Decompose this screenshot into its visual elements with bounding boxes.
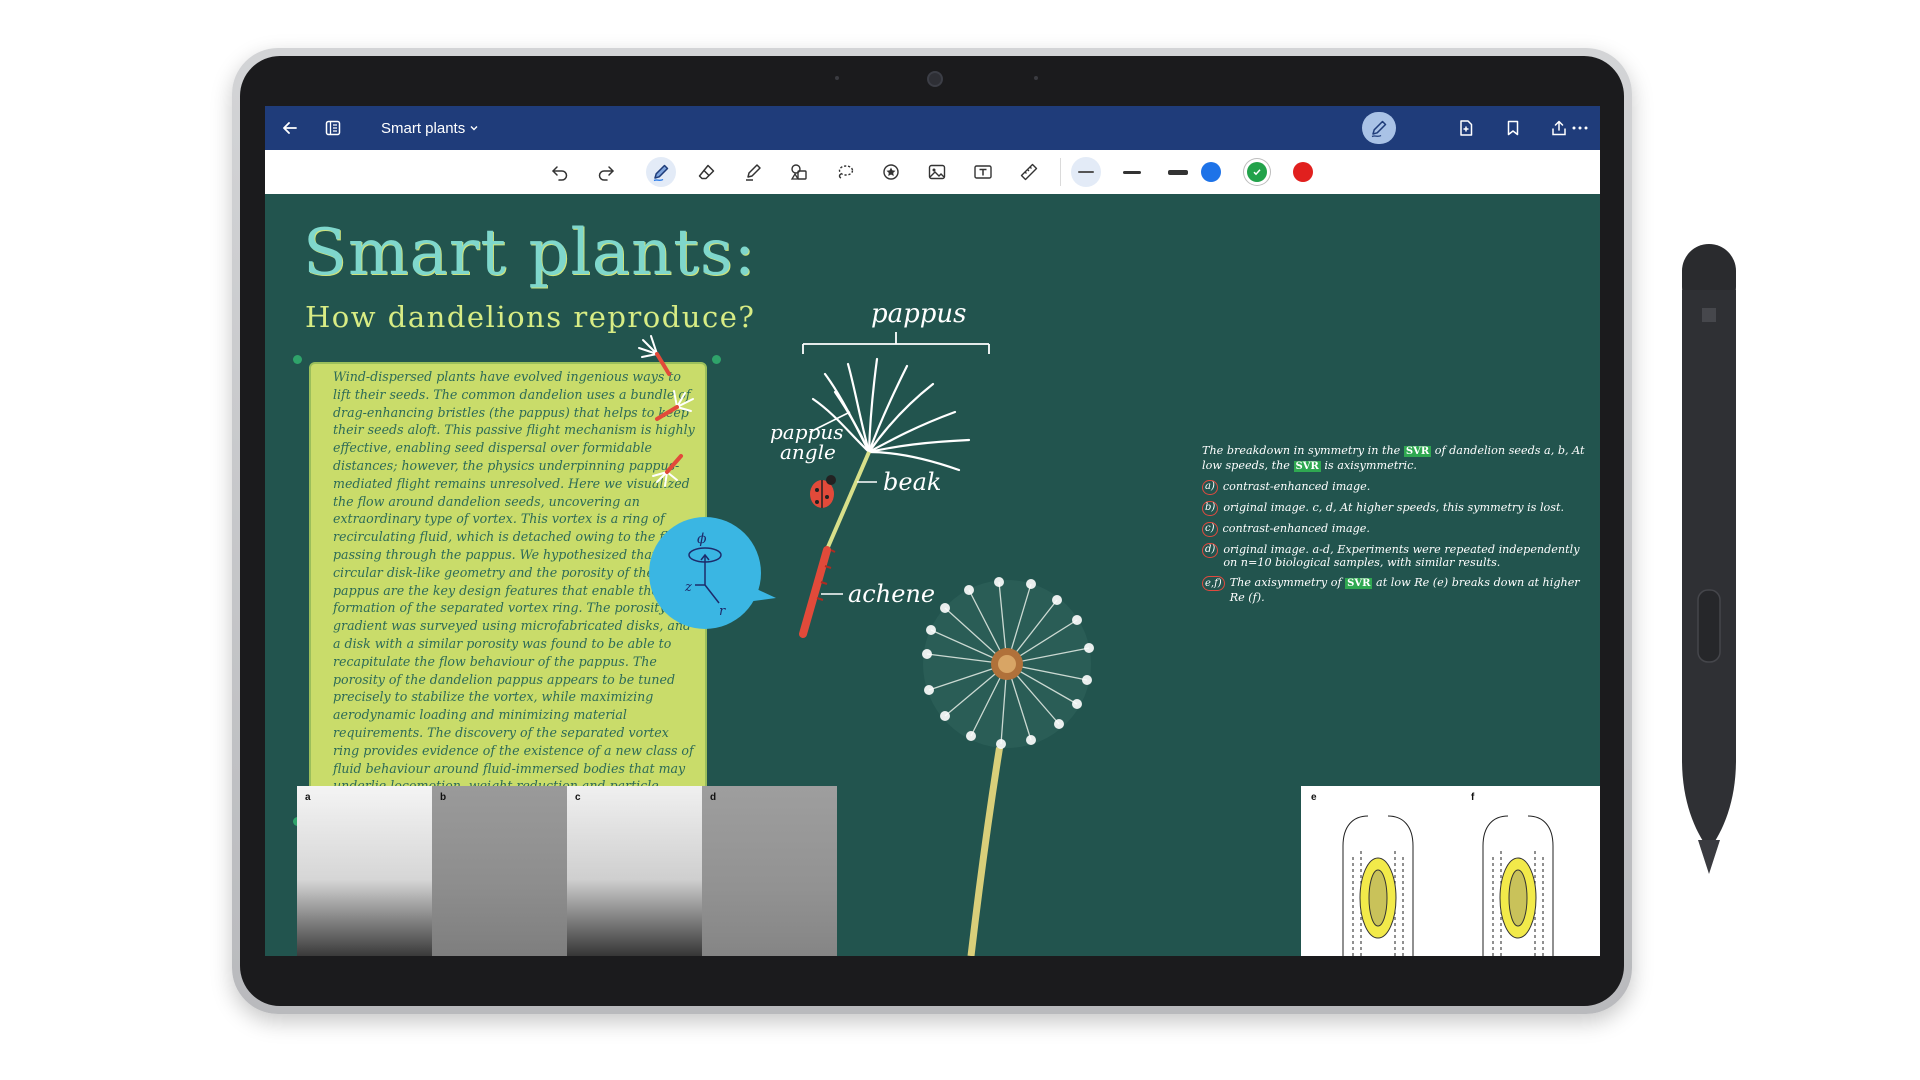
page-subtitle: How dandelions reproduce? xyxy=(305,300,756,334)
shapes-icon xyxy=(790,164,807,180)
page-add-icon xyxy=(1460,120,1473,136)
page-title: Smart plants: xyxy=(303,216,757,290)
figure-panel-f-label: f xyxy=(1471,792,1475,803)
highlighter-icon xyxy=(746,164,761,181)
app-screen: Smart plants Smart plants: How dandelion… xyxy=(265,106,1600,956)
arrow-left-icon xyxy=(283,122,297,134)
document-title-button[interactable]: Smart plants xyxy=(381,106,479,150)
svr-badge: SVR xyxy=(1403,446,1432,457)
pen-icon xyxy=(653,164,669,182)
undo-icon xyxy=(552,166,568,181)
figure-panel-d: d xyxy=(702,786,837,956)
lasso-icon xyxy=(838,165,854,179)
note-paragraph: Wind-dispersed plants have evolved ingen… xyxy=(333,369,695,811)
svr-badge: SVR xyxy=(1345,578,1373,590)
caption-intro: The breakdown in symmetry in the SVR of … xyxy=(1202,444,1585,472)
axis-z-label: z xyxy=(684,580,692,595)
pen-icon xyxy=(1371,120,1387,138)
redo-button[interactable] xyxy=(591,157,621,187)
label-pappus-angle-1: pappus xyxy=(770,420,843,444)
selection-handle-top-right[interactable] xyxy=(712,355,721,364)
label-pappus-angle-2: angle xyxy=(780,440,836,464)
figure-caption-notes: The breakdown in symmetry in the SVR of … xyxy=(1202,444,1592,611)
chevron-down-icon xyxy=(470,126,478,131)
notebook-icon xyxy=(325,120,341,136)
pen-mode-button[interactable] xyxy=(1362,112,1396,144)
caption-item-c: c) contrast-enhanced image. xyxy=(1202,521,1592,537)
ladybug-drawing xyxy=(810,475,836,508)
axis-drawing: ϕ z r xyxy=(684,531,726,619)
title-bar: Smart plants xyxy=(265,106,1600,150)
label-pappus: pappus xyxy=(871,299,967,329)
proximity-sensor xyxy=(835,76,839,80)
windows-logo-icon xyxy=(1702,308,1716,322)
shapes-tool-button[interactable] xyxy=(784,157,814,187)
caption-item-d: d) original image. a-d, Experiments were… xyxy=(1202,542,1592,571)
handwritten-note[interactable]: Wind-dispersed plants have evolved ingen… xyxy=(309,362,707,820)
color-swatch-green[interactable] xyxy=(1247,162,1267,182)
image-icon xyxy=(928,164,946,180)
caption-item-ef: e,f) The axisymmetry of SVR at low Re (e… xyxy=(1202,576,1592,605)
more-button[interactable] xyxy=(1565,106,1595,150)
insert-image-button[interactable] xyxy=(922,157,952,187)
label-achene: achene xyxy=(848,580,935,608)
ruler-tool-button[interactable] xyxy=(1014,157,1044,187)
color-swatch-red[interactable] xyxy=(1293,162,1313,182)
sticker-icon xyxy=(883,164,899,180)
drawing-toolbar xyxy=(265,150,1600,195)
add-page-button[interactable] xyxy=(1451,106,1481,150)
eraser-icon xyxy=(698,164,715,180)
undo-button[interactable] xyxy=(545,157,575,187)
selection-handle-top-left[interactable] xyxy=(293,355,302,364)
bookmark-icon xyxy=(1507,120,1519,136)
stroke-width-thin[interactable] xyxy=(1071,157,1101,187)
figure-panel-c: c xyxy=(567,786,702,956)
front-camera xyxy=(927,71,943,87)
back-button[interactable] xyxy=(275,106,305,150)
redo-icon xyxy=(598,166,614,181)
color-swatch-blue[interactable] xyxy=(1201,162,1221,182)
coordinate-speech-bubble: ϕ z r xyxy=(649,517,761,629)
figure-panel-b: b xyxy=(432,786,567,956)
figure-panels-e-f[interactable]: e f xyxy=(1301,786,1600,956)
document-title: Smart plants xyxy=(381,119,466,137)
checkmark-icon xyxy=(1253,169,1261,176)
label-beak: beak xyxy=(883,468,941,496)
sticker-tool-button[interactable] xyxy=(876,157,906,187)
pages-button[interactable] xyxy=(318,106,348,150)
toolbar-divider xyxy=(1060,158,1061,186)
figure-panel-e-label: e xyxy=(1311,792,1317,803)
axis-phi-label: ϕ xyxy=(697,531,707,547)
svr-badge: SVR xyxy=(1293,460,1321,472)
pen-tool-button[interactable] xyxy=(646,157,676,187)
flow-diagram xyxy=(1342,815,1554,956)
eraser-tool-button[interactable] xyxy=(692,157,722,187)
dandelion-photo xyxy=(922,577,1094,956)
notebook-canvas[interactable]: Smart plants: How dandelions reproduce? … xyxy=(265,194,1600,956)
caption-item-b: b) original image. c, d, At higher speed… xyxy=(1202,500,1592,516)
pappus-fan xyxy=(811,357,971,472)
lasso-tool-button[interactable] xyxy=(830,157,860,187)
pen-side-button xyxy=(1697,589,1721,663)
more-icon xyxy=(1572,126,1588,130)
highlighter-tool-button[interactable] xyxy=(738,157,768,187)
ruler-icon xyxy=(1020,163,1038,181)
bookmark-button[interactable] xyxy=(1498,106,1528,150)
figure-panels-a-d[interactable]: a b c d xyxy=(297,786,837,956)
text-box-icon xyxy=(974,165,992,179)
caption-item-a: a) contrast-enhanced image. xyxy=(1202,479,1592,495)
figure-panel-a: a xyxy=(297,786,432,956)
ambient-light-sensor xyxy=(1034,76,1038,80)
stroke-width-thick[interactable] xyxy=(1163,157,1193,187)
axis-r-label: r xyxy=(719,604,726,619)
text-box-button[interactable] xyxy=(968,157,998,187)
stroke-width-medium[interactable] xyxy=(1117,157,1147,187)
